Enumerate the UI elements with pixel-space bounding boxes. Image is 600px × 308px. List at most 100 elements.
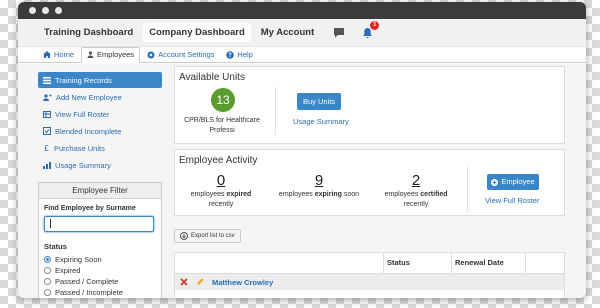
- employee-name-link[interactable]: Matthew Crowley: [212, 278, 273, 287]
- stat-certified-label: employees certified recently: [379, 190, 453, 210]
- available-units-panel: Available Units 13 CPR/BLS for Healthcar…: [174, 66, 565, 144]
- tab-home-label: Home: [54, 50, 75, 59]
- nav-company-dashboard[interactable]: Company Dashboard: [143, 23, 251, 42]
- sidebar-item-label: Training Records: [55, 75, 112, 85]
- home-icon: [43, 51, 51, 58]
- stat-text: recently: [208, 201, 234, 208]
- window-dot-icon[interactable]: [42, 7, 49, 14]
- usage-summary-link[interactable]: Usage Summary: [293, 117, 349, 126]
- status-option-expiring-soon[interactable]: Expiring Soon: [44, 254, 156, 264]
- download-icon: [180, 232, 188, 240]
- sidebar-item-label: Add New Employee: [56, 92, 122, 102]
- svg-text:£: £: [44, 144, 49, 152]
- edit-pencil-icon[interactable]: [196, 278, 204, 286]
- radio-button[interactable]: [44, 255, 51, 263]
- status-option-label: Passed / Incomplete: [55, 287, 123, 297]
- sidebar-item-training-records[interactable]: Training Records: [38, 72, 162, 88]
- stat-expired-label: employees expired recently: [185, 190, 257, 210]
- surname-search-input[interactable]: [44, 216, 154, 232]
- sidebar-item-purchase-units[interactable]: £ Purchase Units: [38, 140, 162, 156]
- status-option-label: Passed / Complete: [55, 276, 119, 286]
- employee-table: Status Renewal Date Matthew Crowley: [174, 252, 565, 298]
- unit-course-name: CPR/BLS for Healthcare Professi: [179, 116, 265, 136]
- column-header-status[interactable]: Status: [383, 253, 451, 273]
- sub-navigation: Home Employees Account Settings ? Help: [18, 47, 586, 63]
- tab-employees[interactable]: Employees: [81, 47, 141, 63]
- stat-expiring: 9 employees expiring soon: [273, 172, 365, 200]
- sidebar-item-label: Purchase Units: [54, 143, 105, 153]
- status-option-expired[interactable]: Expired: [44, 265, 156, 275]
- table-row[interactable]: Matthew Crowley: [175, 273, 564, 290]
- divider: [275, 87, 276, 135]
- stat-certified-count[interactable]: 2: [379, 172, 453, 189]
- unit-course-name-line2: Professi: [209, 127, 235, 134]
- stat-expired: 0 employees expired recently: [185, 172, 257, 210]
- stat-expired-count[interactable]: 0: [185, 172, 257, 189]
- stat-text-bold: expiring: [314, 191, 342, 198]
- add-employee-label: Employee: [501, 177, 535, 186]
- nav-training-dashboard[interactable]: Training Dashboard: [38, 23, 139, 42]
- stat-text: employees: [384, 191, 421, 198]
- stat-text-bold: certified: [420, 191, 448, 198]
- text-cursor: [50, 219, 51, 229]
- tab-home[interactable]: Home: [38, 48, 79, 62]
- available-units-title: Available Units: [179, 72, 245, 83]
- top-navigation: Training Dashboard Company Dashboard My …: [18, 19, 586, 47]
- window-titlebar: [18, 2, 586, 19]
- radio-button[interactable]: [44, 266, 51, 274]
- status-option-label: Expired: [55, 265, 81, 275]
- tab-help-label: Help: [237, 50, 253, 59]
- column-header-name: [175, 253, 383, 273]
- checkbox-icon: [43, 127, 51, 135]
- stat-expiring-count[interactable]: 9: [273, 172, 365, 189]
- sidebar-item-usage-summary[interactable]: Usage Summary: [38, 157, 162, 173]
- employee-filter: Employee Filter Find Employee by Surname…: [38, 182, 162, 298]
- employee-filter-title: Employee Filter: [39, 183, 161, 199]
- export-csv-button[interactable]: Export list to csv: [174, 229, 241, 243]
- nav-my-account[interactable]: My Account: [255, 23, 320, 42]
- pound-icon: £: [44, 144, 49, 152]
- window-dot-icon[interactable]: [55, 7, 62, 14]
- window-dot-icon[interactable]: [29, 7, 36, 14]
- stat-text: soon: [341, 191, 360, 198]
- status-option-passed-incomplete[interactable]: Passed / Incomplete: [44, 287, 156, 297]
- add-employee-button[interactable]: Employee: [487, 174, 539, 190]
- employee-activity-panel: Employee Activity 0 employees expired rec…: [174, 149, 565, 216]
- add-user-icon: [43, 93, 52, 101]
- status-option-label: Expiring Soon: [55, 254, 102, 264]
- tab-help[interactable]: ? Help: [221, 48, 257, 62]
- help-icon: ?: [226, 50, 235, 59]
- sidebar-item-blended-incomplete[interactable]: Blended Incomplete: [38, 123, 162, 139]
- messages-button[interactable]: [330, 24, 348, 42]
- table-icon: [43, 110, 51, 118]
- plus-circle-icon: [491, 178, 499, 186]
- stat-text: employees: [278, 191, 315, 198]
- delete-icon[interactable]: [180, 278, 188, 286]
- tab-account-settings-label: Account Settings: [158, 50, 215, 59]
- bar-chart-icon: [43, 161, 51, 169]
- sidebar-item-label: View Full Roster: [55, 109, 110, 119]
- list-icon: [43, 76, 51, 84]
- svg-text:?: ?: [229, 53, 233, 59]
- stat-text-bold: expired: [226, 191, 252, 198]
- tab-account-settings[interactable]: Account Settings: [142, 48, 219, 62]
- radio-button[interactable]: [44, 288, 51, 296]
- tab-employees-label: Employees: [97, 50, 135, 59]
- sidebar-item-view-roster[interactable]: View Full Roster: [38, 106, 162, 122]
- unit-course-name-line1: CPR/BLS for Healthcare: [184, 117, 260, 124]
- buy-units-button[interactable]: Buy Units: [297, 93, 341, 110]
- notifications-button[interactable]: 1: [358, 20, 380, 42]
- divider: [467, 166, 468, 212]
- stat-text: recently: [403, 201, 429, 208]
- view-full-roster-link[interactable]: View Full Roster: [485, 196, 539, 205]
- stat-expiring-label: employees expiring soon: [273, 190, 365, 200]
- user-icon: [87, 51, 94, 58]
- sidebar-item-label: Blended Incomplete: [55, 126, 122, 136]
- column-header-renewal-date[interactable]: Renewal Date: [451, 253, 525, 273]
- units-count-circle: 13: [211, 88, 235, 112]
- radio-button[interactable]: [44, 277, 51, 285]
- status-option-passed-complete[interactable]: Passed / Complete: [44, 276, 156, 286]
- browser-window: Training Dashboard Company Dashboard My …: [18, 2, 586, 298]
- sidebar-item-add-employee[interactable]: Add New Employee: [38, 89, 162, 105]
- stat-certified: 2 employees certified recently: [379, 172, 453, 210]
